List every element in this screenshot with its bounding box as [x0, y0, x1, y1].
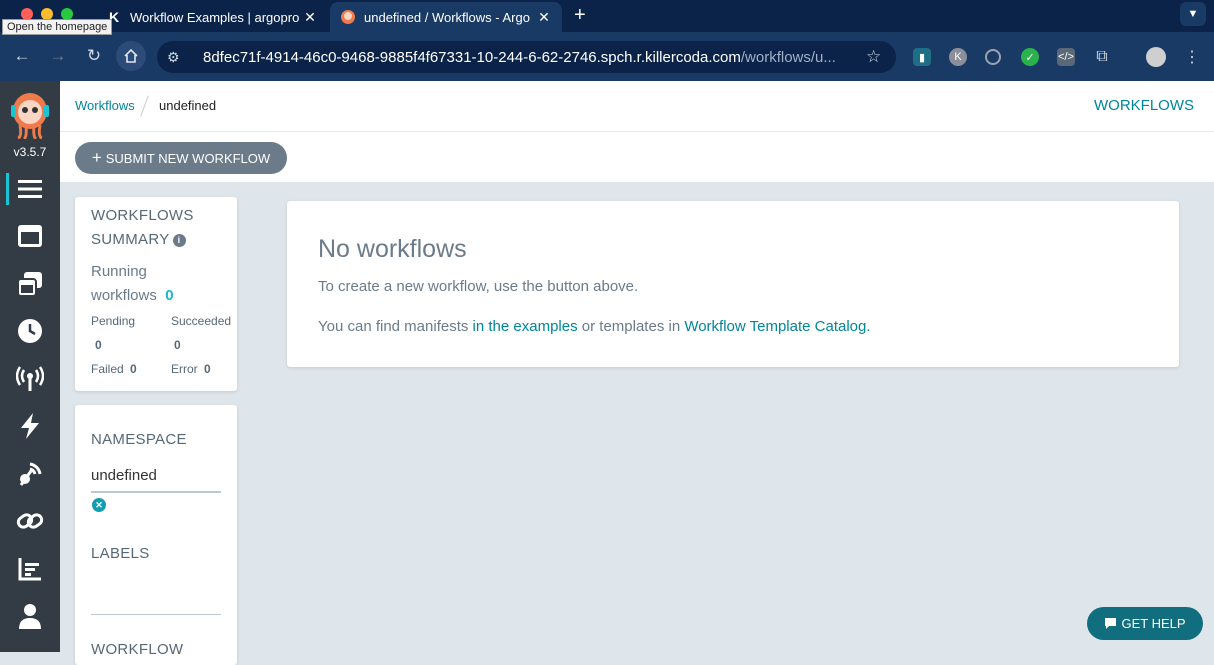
- homepage-tooltip: Open the homepage: [2, 19, 113, 35]
- reports-icon[interactable]: [14, 553, 46, 585]
- cron-workflows-icon[interactable]: [14, 315, 46, 347]
- event-flow-icon[interactable]: [14, 458, 46, 490]
- running-label-line1: Running: [91, 263, 147, 280]
- pending-label: Pending: [91, 314, 136, 328]
- reload-icon[interactable]: ↻: [82, 44, 106, 68]
- page-title: WORKFLOWS: [1094, 97, 1194, 114]
- workflow-templates-icon[interactable]: [14, 220, 46, 252]
- pending-count[interactable]: 0: [95, 338, 102, 352]
- home-icon[interactable]: [116, 41, 146, 71]
- user-icon[interactable]: [14, 600, 46, 632]
- succeeded-count[interactable]: 0: [174, 338, 181, 352]
- url-text[interactable]: 8dfec71f-4914-46c0-9468-9885f4f67331-10-…: [203, 49, 866, 66]
- info-icon[interactable]: i: [172, 234, 186, 247]
- get-help-button[interactable]: GET HELP: [1087, 607, 1203, 640]
- extension-code-icon[interactable]: </>: [1057, 48, 1075, 66]
- examples-link[interactable]: in the examples: [473, 318, 578, 335]
- error-label: Error: [171, 362, 198, 376]
- workflows-icon[interactable]: [6, 173, 46, 205]
- running-label-line2: workflows: [91, 287, 157, 304]
- new-tab-icon[interactable]: +: [574, 4, 586, 27]
- labels-label: LABELS: [91, 545, 150, 562]
- tab-workflow-examples[interactable]: K Workflow Examples | argopro ✕: [96, 2, 328, 32]
- close-tab-icon[interactable]: ✕: [302, 9, 318, 26]
- tab-search-chevron-icon[interactable]: ▼: [1180, 2, 1206, 26]
- close-tab-icon[interactable]: ✕: [536, 9, 552, 26]
- tab-argo-workflows[interactable]: undefined / Workflows - Argo ✕: [330, 2, 562, 32]
- namespace-label: NAMESPACE: [91, 431, 187, 448]
- running-count[interactable]: 0: [165, 287, 173, 304]
- error-count[interactable]: 0: [204, 362, 211, 376]
- chat-icon: [1105, 618, 1117, 629]
- browser-menu-icon[interactable]: ⋮: [1183, 48, 1201, 66]
- template-catalog-link[interactable]: Workflow Template Catalog: [684, 318, 866, 335]
- get-help-label: GET HELP: [1121, 616, 1186, 631]
- empty-state-links-text: You can find manifests in the examples o…: [318, 318, 871, 335]
- browser-toolbar: ← → ↻ ⚙ 8dfec71f-4914-46c0-9468-9885f4f6…: [0, 32, 1214, 81]
- bookmark-star-icon[interactable]: ☆: [866, 47, 896, 67]
- breadcrumb-separator: [140, 95, 149, 117]
- namespace-input[interactable]: undefined: [91, 467, 221, 493]
- sensors-icon[interactable]: [14, 410, 46, 442]
- summary-title-line1: WORKFLOWS: [91, 207, 194, 224]
- back-arrow-icon[interactable]: ←: [10, 44, 34, 68]
- summary-title-line2: SUMMARY: [91, 231, 170, 248]
- argo-sidebar: v3.5.7: [0, 81, 60, 652]
- links-icon[interactable]: [14, 505, 46, 537]
- address-bar[interactable]: ⚙ 8dfec71f-4914-46c0-9468-9885f4f67331-1…: [157, 41, 896, 73]
- forward-arrow-icon[interactable]: →: [46, 44, 70, 68]
- browser-tab-strip: Open the homepage K Workflow Examples | …: [0, 0, 1214, 35]
- profile-avatar[interactable]: [1146, 47, 1166, 67]
- extension-sync-icon[interactable]: [985, 49, 1001, 65]
- workflows-summary-card: WORKFLOWS SUMMARY i Running workflows 0 P…: [75, 197, 237, 391]
- action-bar: + SUBMIT NEW WORKFLOW: [60, 132, 1214, 183]
- breadcrumb-workflows-link[interactable]: Workflows: [75, 98, 135, 113]
- empty-state-heading: No workflows: [318, 235, 467, 263]
- clear-namespace-icon[interactable]: ✕: [92, 498, 106, 512]
- cluster-workflow-templates-icon[interactable]: [14, 268, 46, 300]
- breadcrumb-current: undefined: [159, 98, 217, 113]
- tab-title: Workflow Examples | argopro: [130, 9, 300, 25]
- event-sources-icon[interactable]: [14, 363, 46, 395]
- tab-title: undefined / Workflows - Argo: [364, 9, 530, 25]
- argo-logo-icon[interactable]: [10, 91, 50, 141]
- workflow-filter-label: WORKFLOW: [91, 641, 184, 658]
- labels-input[interactable]: [91, 595, 221, 615]
- succeeded-label: Succeeded: [171, 314, 232, 328]
- filters-card: NAMESPACE undefined ✕ LABELS WORKFLOW: [75, 405, 237, 665]
- extension-k-icon[interactable]: K: [949, 48, 967, 66]
- argo-favicon-icon: [340, 9, 356, 25]
- site-settings-icon[interactable]: ⚙: [167, 49, 185, 66]
- top-bar: Workflows undefined WORKFLOWS: [60, 81, 1214, 132]
- extension-icon[interactable]: ▮: [913, 48, 931, 66]
- argo-version: v3.5.7: [13, 145, 47, 159]
- empty-state-text: To create a new workflow, use the button…: [318, 278, 639, 295]
- empty-state-panel: No workflows To create a new workflow, u…: [287, 201, 1179, 367]
- extensions-puzzle-icon[interactable]: ⧉: [1093, 48, 1111, 66]
- plus-icon: +: [91, 148, 102, 167]
- failed-count[interactable]: 0: [130, 362, 137, 376]
- submit-new-workflow-button[interactable]: + SUBMIT NEW WORKFLOW: [75, 142, 287, 174]
- failed-label: Failed: [91, 362, 124, 376]
- extension-check-icon[interactable]: ✓: [1021, 48, 1039, 66]
- submit-label: SUBMIT NEW WORKFLOW: [105, 150, 271, 166]
